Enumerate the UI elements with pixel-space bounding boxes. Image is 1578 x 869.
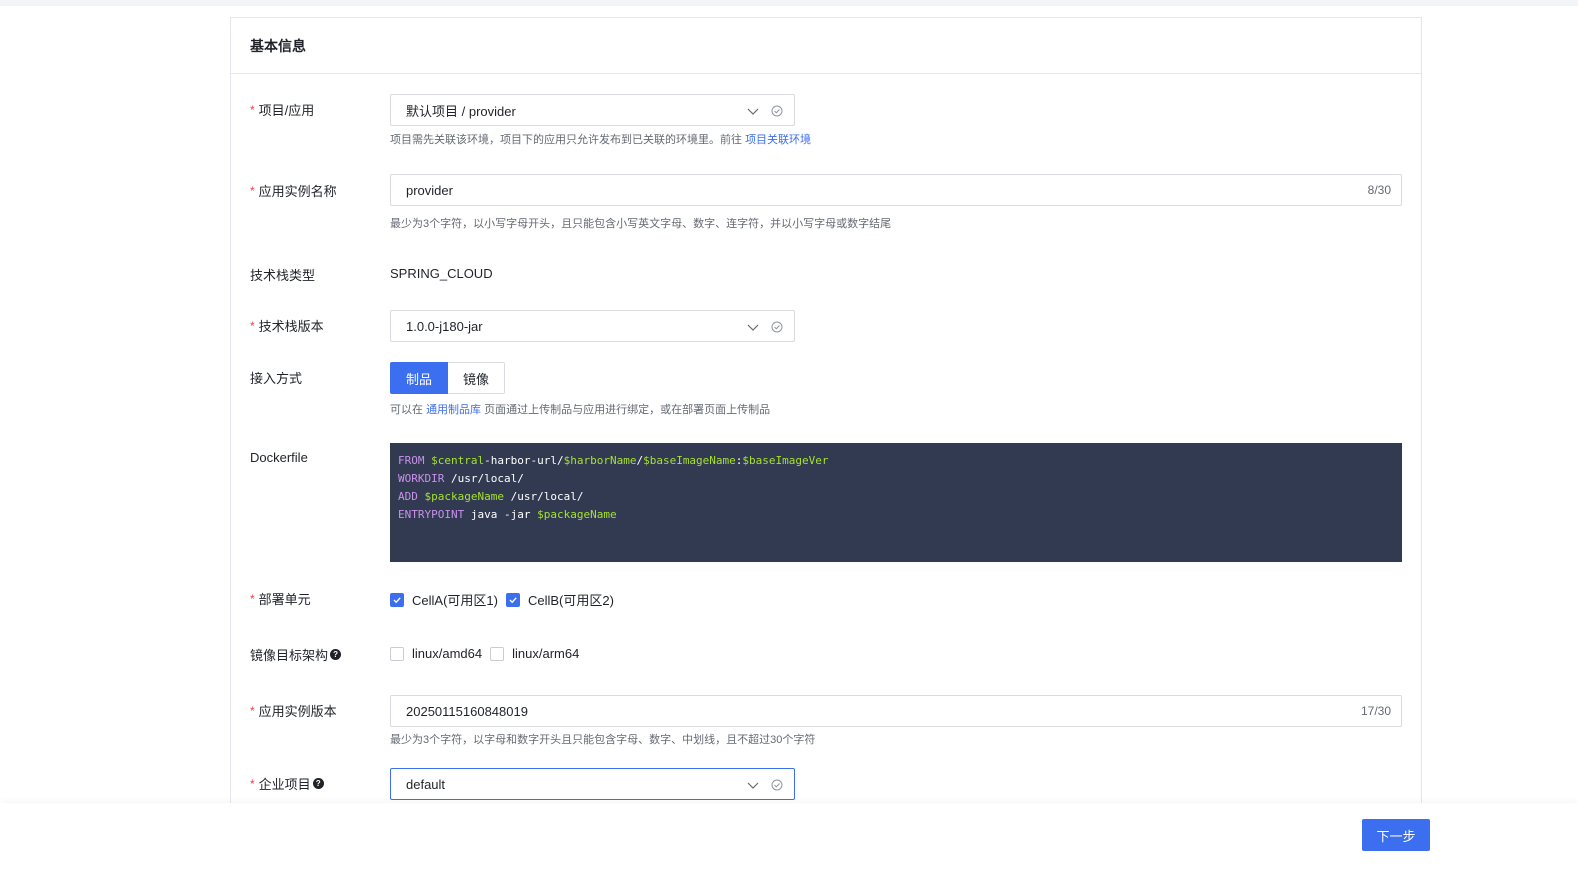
check-circle-icon [771, 321, 783, 333]
code-line: ADD $packageName /usr/local/ [398, 488, 1394, 506]
access-mode-artifact-button[interactable]: 制品 [390, 362, 448, 394]
stack-version-label: * 技术栈版本 [250, 316, 324, 335]
instance-version-label-text: 应用实例版本 [258, 704, 337, 719]
instance-name-label-text: 应用实例名称 [258, 184, 337, 199]
code-text: /usr/local/ [503, 490, 584, 503]
project-env-link[interactable]: 项目关联环境 [745, 134, 811, 146]
instance-version-input[interactable]: 20250115160848019 17/30 [390, 695, 1402, 727]
artifact-repo-link[interactable]: 通用制品库 [426, 404, 481, 416]
instance-name-value: provider [406, 182, 453, 198]
arch-amd64-checkbox[interactable]: linux/amd64 [390, 646, 482, 661]
code-text: /usr/local/ [444, 472, 524, 485]
basic-info-card: 基本信息 * 项目/应用 默认项目 / provider 项目需先关联该环境，项… [230, 17, 1422, 817]
image-arch-label-text: 镜像目标架构 [250, 648, 329, 663]
arch-amd64-label: linux/amd64 [412, 646, 483, 661]
required-mark: * [250, 776, 255, 791]
project-app-select[interactable]: 默认项目 / provider [390, 94, 795, 126]
footer-bar: 下一步 [0, 803, 1578, 869]
chevron-down-icon [747, 108, 759, 115]
deploy-unit-checks: CellA(可用区1) CellB(可用区2) [390, 590, 622, 609]
project-app-hint-text: 项目需先关联该环境，项目下的应用只允许发布到已关联的环境里。前往 [390, 134, 742, 146]
card-header: 基本信息 [231, 18, 1421, 74]
instance-version-counter: 17/30 [1360, 704, 1391, 718]
code-variable: $harborName [563, 454, 637, 467]
stack-type-label: 技术栈类型 [250, 268, 316, 283]
help-icon[interactable]: ? [330, 649, 342, 660]
project-app-label-text: 项目/应用 [258, 103, 315, 118]
project-app-value: 默认项目 / provider [406, 103, 516, 119]
code-variable: $baseImageVer [742, 454, 829, 467]
instance-name-counter: 8/30 [1367, 183, 1391, 197]
section-title: 基本信息 [250, 37, 306, 54]
check-circle-icon [771, 779, 783, 791]
checkbox-unchecked-icon [390, 646, 404, 661]
instance-name-label: * 应用实例名称 [250, 181, 337, 200]
instance-name-input[interactable]: provider 8/30 [390, 174, 1402, 206]
chevron-down-icon [747, 782, 759, 789]
code-text: -harbor-url/ [484, 454, 564, 467]
code-line: WORKDIR /usr/local/ [398, 470, 1394, 488]
enterprise-project-label: * 企业项目 ? [250, 774, 324, 793]
enterprise-project-label-text: 企业项目 [258, 777, 311, 792]
deploy-unit-cella-checkbox[interactable]: CellA(可用区1) [390, 590, 498, 609]
access-mode-segmented: 制品 镜像 [390, 362, 770, 394]
dockerfile-editor[interactable]: FROM $central-harbor-url/$harborName/$ba… [390, 443, 1402, 562]
checkbox-unchecked-icon [490, 646, 505, 661]
access-mode-hint-suffix: 页面通过上传制品与应用进行绑定，或在部署页面上传制品 [484, 404, 771, 416]
code-line: ENTRYPOINT java -jar $packageName [398, 506, 1394, 524]
access-mode-hint-prefix: 可以在 [390, 404, 423, 416]
next-step-button[interactable]: 下一步 [1362, 819, 1430, 851]
dockerfile-label: Dockerfile [250, 450, 308, 465]
stack-type-value: SPRING_CLOUD [390, 266, 493, 281]
checkbox-checked-icon [390, 592, 404, 607]
enterprise-project-value: default [406, 776, 446, 792]
stack-version-value: 1.0.0-j180-jar [406, 318, 483, 334]
access-mode-image-button[interactable]: 镜像 [448, 362, 505, 394]
required-mark: * [250, 183, 255, 198]
code-text: java -jar [464, 508, 538, 521]
deploy-unit-cella-label: CellA(可用区1) [412, 593, 498, 608]
image-arch-label: 镜像目标架构 ? [250, 645, 342, 664]
code-variable: $packageName [424, 490, 504, 503]
deploy-unit-label: * 部署单元 [250, 589, 311, 608]
chevron-down-icon [747, 324, 759, 331]
deploy-unit-label-text: 部署单元 [258, 592, 311, 607]
deploy-unit-cellb-label: CellB(可用区2) [527, 593, 614, 608]
project-app-label: * 项目/应用 [250, 100, 314, 119]
code-keyword: WORKDIR [398, 472, 445, 485]
code-variable: $packageName [537, 508, 617, 521]
required-mark: * [250, 102, 255, 117]
instance-version-label: * 应用实例版本 [250, 701, 337, 720]
help-icon[interactable]: ? [312, 778, 324, 789]
code-line: FROM $central-harbor-url/$harborName/$ba… [398, 452, 1394, 470]
code-keyword: ENTRYPOINT [398, 508, 465, 521]
access-mode-hint: 可以在 通用制品库 页面通过上传制品与应用进行绑定，或在部署页面上传制品 [390, 401, 770, 417]
checkbox-checked-icon [505, 592, 520, 607]
code-variable: $baseImageName [643, 454, 736, 467]
deploy-unit-cellb-checkbox[interactable]: CellB(可用区2) [505, 590, 614, 609]
instance-version-hint: 最少为3个字符，以字母和数字开头且只能包含字母、数字、中划线，且不超过30个字符 [390, 734, 816, 746]
access-mode-label: 接入方式 [250, 371, 303, 386]
stack-version-label-text: 技术栈版本 [258, 319, 324, 334]
instance-version-value: 20250115160848019 [406, 703, 528, 719]
check-circle-icon [771, 105, 783, 117]
instance-name-hint: 最少为3个字符，以小写字母开头，且只能包含小写英文字母、数字、连字符，并以小写字… [390, 218, 892, 230]
stack-version-select[interactable]: 1.0.0-j180-jar [390, 310, 795, 342]
code-keyword: FROM [398, 454, 425, 467]
image-arch-checks: linux/amd64 linux/arm64 [390, 646, 587, 661]
required-mark: * [250, 703, 255, 718]
enterprise-project-select[interactable]: default [390, 768, 795, 800]
project-app-hint: 项目需先关联该环境，项目下的应用只允许发布到已关联的环境里。前往 项目关联环境 [390, 131, 811, 147]
required-mark: * [250, 591, 255, 606]
code-variable: $central [431, 454, 485, 467]
arch-arm64-label: linux/arm64 [512, 646, 580, 661]
required-mark: * [250, 318, 255, 333]
code-keyword: ADD [398, 490, 418, 503]
top-bar [0, 0, 1578, 6]
arch-arm64-checkbox[interactable]: linux/arm64 [490, 646, 579, 661]
